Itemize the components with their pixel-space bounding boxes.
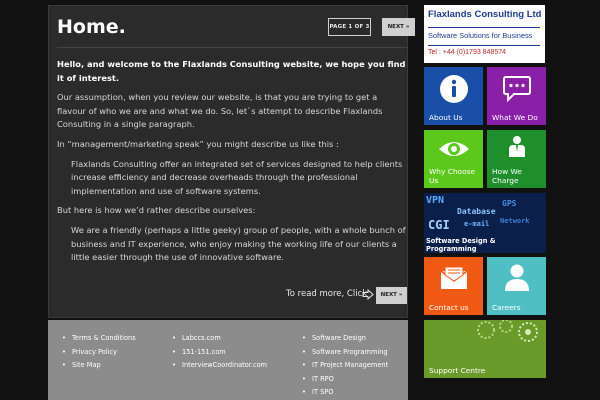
businessman-icon xyxy=(509,136,525,157)
read-more-text: To read more, Click xyxy=(286,289,368,299)
envelope-icon xyxy=(440,266,468,289)
footer-link[interactable]: Labccs.com xyxy=(170,332,267,346)
footer-link[interactable]: Software Programming xyxy=(300,346,388,360)
next-page-button[interactable]: NEXT » xyxy=(382,18,415,36)
footer-links-services: Software Design Software Programming IT … xyxy=(300,332,388,400)
footer-link[interactable]: IT RPO xyxy=(300,373,388,387)
software-word: VPN xyxy=(426,195,445,206)
software-word: Database xyxy=(457,207,496,216)
person-icon xyxy=(505,264,529,291)
gears-pattern-icon xyxy=(477,320,538,342)
tile-careers[interactable]: Careers xyxy=(487,257,546,315)
logo-telephone: Tel : +44 (0)1793 848574 xyxy=(428,49,507,56)
chat-bubble-icon xyxy=(503,76,531,102)
tile-label: What We Do xyxy=(492,113,538,122)
logo-title: Flaxlands Consulting Ltd xyxy=(428,9,542,20)
page-indicator: PAGE 1 OF 3 xyxy=(328,18,371,36)
eye-icon xyxy=(439,142,469,156)
paragraph-assumption: Our assumption, when you review our webs… xyxy=(57,92,383,130)
logo-divider xyxy=(428,45,540,46)
software-word: CGI xyxy=(428,218,450,232)
tile-label: How We Charge xyxy=(492,167,522,185)
info-icon xyxy=(440,75,468,103)
footer-link[interactable]: Privacy Policy xyxy=(60,346,136,360)
tile-label: Careers xyxy=(492,303,521,312)
tile-software-design[interactable]: VPN Database GPS CGI e-mail Network Soft… xyxy=(424,193,546,253)
tile-label: Contact us xyxy=(429,303,469,312)
footer: Terms & Conditions Privacy Policy Site M… xyxy=(48,320,408,400)
tile-how-we-charge[interactable]: How We Charge xyxy=(487,130,546,188)
intro-lead: Hello, and welcome to the Flaxlands Cons… xyxy=(57,59,406,83)
footer-links-sites: Labccs.com 151-151.com InterviewCoordina… xyxy=(170,332,267,373)
tile-label: Software Design & Programming xyxy=(426,237,496,253)
main-content-panel: Home. PAGE 1 OF 3 NEXT » Hello, and welc… xyxy=(48,5,415,318)
footer-link[interactable]: 151-151.com xyxy=(170,346,267,360)
tile-support-centre[interactable]: Support Centre xyxy=(424,320,546,378)
page-content: Hello, and welcome to the Flaxlands Cons… xyxy=(57,58,407,271)
footer-link[interactable]: IT Project Management xyxy=(300,359,388,373)
footer-link[interactable]: Terms & Conditions xyxy=(60,332,136,346)
tile-label: Support Centre xyxy=(429,366,486,375)
software-word: Network xyxy=(500,217,530,225)
footer-link[interactable]: Site Map xyxy=(60,359,136,373)
page-title: Home. xyxy=(57,16,126,38)
tile-label: About Us xyxy=(429,113,463,122)
paragraph-marketing-quote: Flaxlands Consulting offer an integrated… xyxy=(71,158,403,196)
paragraph-marketing-intro: In “management/marketing speak” you migh… xyxy=(57,138,339,149)
software-word: e-mail xyxy=(464,220,490,228)
tile-contact-us[interactable]: Contact us xyxy=(424,257,483,315)
footer-link[interactable]: IT SPO xyxy=(300,386,388,400)
footer-link[interactable]: Software Design xyxy=(300,332,388,346)
tile-about-us[interactable]: About Us xyxy=(424,67,483,125)
logo-subtitle: Software Solutions for Business xyxy=(428,31,533,40)
software-word: GPS xyxy=(502,199,517,208)
logo-divider xyxy=(428,27,540,28)
tile-label: Why Choose Us xyxy=(429,167,476,185)
tile-why-choose-us[interactable]: Why Choose Us xyxy=(424,130,483,188)
company-logo[interactable]: Flaxlands Consulting Ltd Software Soluti… xyxy=(424,5,545,63)
tile-what-we-do[interactable]: What We Do xyxy=(487,67,546,125)
arrow-right-icon xyxy=(362,289,374,300)
read-more-next-button[interactable]: NEXT » xyxy=(376,287,407,304)
footer-link[interactable]: InterviewCoordinator.com xyxy=(170,359,267,373)
paragraph-describe-intro: But here is how we’d rather describe our… xyxy=(57,205,256,216)
paragraph-describe-quote: We are a friendly (perhaps a little geek… xyxy=(71,224,406,263)
main-header: Home. PAGE 1 OF 3 NEXT » xyxy=(57,16,415,48)
footer-links-legal: Terms & Conditions Privacy Policy Site M… xyxy=(60,332,136,373)
